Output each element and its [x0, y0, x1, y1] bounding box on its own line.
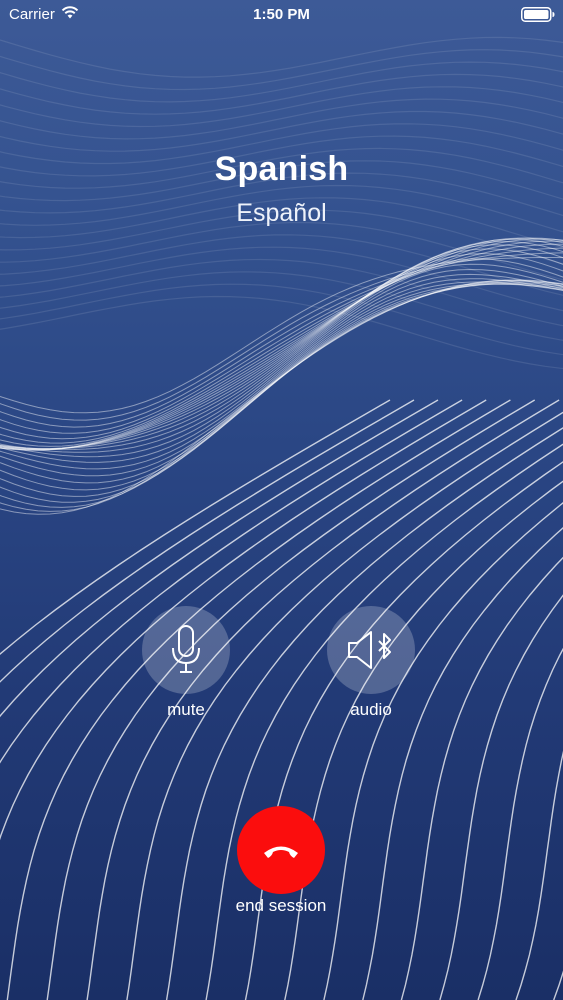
audio-button[interactable] — [327, 606, 415, 694]
wave-line — [0, 86, 563, 128]
end-session-control: end session — [206, 806, 356, 916]
battery-icon — [521, 7, 555, 22]
audio-control: audio — [321, 606, 421, 720]
status-time: 1:50 PM — [253, 6, 310, 23]
wave-line — [0, 36, 563, 78]
wave-line — [0, 279, 563, 512]
wave-line — [0, 279, 563, 515]
wave-line — [0, 61, 563, 103]
speaker-bluetooth-icon — [348, 631, 391, 669]
wave-line — [0, 283, 563, 484]
wave-line — [0, 282, 563, 497]
language-title: Spanish — [214, 150, 349, 188]
wave-line — [0, 98, 563, 140]
wave-line — [0, 295, 563, 370]
call-screen: Carrier 1:50 PM Spanish Español mute aud… — [0, 0, 563, 1000]
mute-label: mute — [167, 700, 205, 719]
wave-line — [0, 283, 563, 491]
status-bar: Carrier 1:50 PM — [0, 0, 563, 30]
language-native-name: Español — [236, 199, 327, 227]
mute-control: mute — [136, 606, 236, 720]
end-session-label: end session — [235, 896, 327, 915]
wave-line — [0, 281, 563, 503]
audio-label: audio — [350, 700, 392, 719]
language-header: Spanish Español — [0, 150, 563, 228]
wave-line — [439, 594, 563, 1000]
phone-hangup-icon — [264, 846, 298, 858]
wave-line — [0, 280, 563, 508]
microphone-icon — [172, 625, 200, 673]
end-session-button[interactable] — [237, 806, 325, 894]
wave-line — [0, 263, 563, 453]
wave-line — [553, 970, 563, 1000]
mute-button[interactable] — [142, 606, 230, 694]
